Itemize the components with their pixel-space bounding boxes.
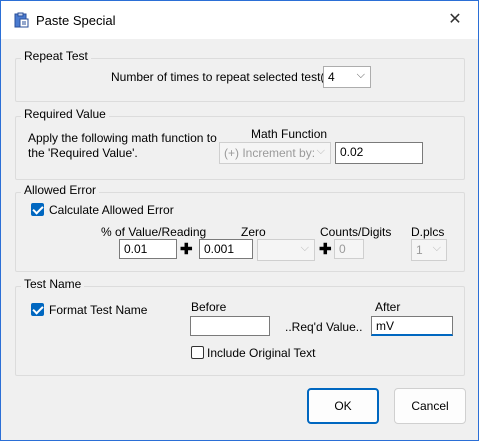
required-value-description-line1: Apply the following math function to (28, 131, 217, 145)
close-button[interactable]: ✕ (442, 9, 468, 31)
format-test-name-checkbox[interactable] (31, 303, 44, 316)
repeat-count-select[interactable]: 4 ⌵ (323, 66, 371, 88)
pct-reading-input[interactable]: 0.01 (119, 239, 177, 259)
pct-reading-label: % of Value/Reading (101, 225, 207, 239)
required-value-legend: Required Value (21, 107, 109, 121)
dplcs-label: D.plcs (411, 225, 445, 239)
dplcs-select[interactable]: 1 ⌵ (411, 239, 447, 261)
required-value-input[interactable]: 0.02 (335, 142, 423, 164)
cancel-button[interactable]: Cancel (394, 388, 466, 424)
zero-label: Zero (241, 225, 266, 239)
paste-special-dialog: Paste Special ✕ Repeat Test Number of ti… (0, 0, 479, 441)
zero-unit-select[interactable]: ⌵ (257, 239, 315, 261)
chevron-down-icon: ⌵ (300, 242, 309, 254)
include-original-text-checkbox[interactable] (191, 346, 204, 359)
format-test-name-label[interactable]: Format Test Name (49, 303, 147, 317)
test-name-legend: Test Name (21, 277, 85, 291)
required-value-description-line2: the 'Required Value'. (28, 146, 138, 160)
include-original-text-label[interactable]: Include Original Text (207, 346, 316, 360)
plus-icon: ✚ (180, 241, 193, 258)
ok-button[interactable]: OK (307, 388, 379, 424)
calculate-allowed-error-label[interactable]: Calculate Allowed Error (49, 203, 174, 217)
window-title: Paste Special (36, 13, 116, 28)
before-label: Before (191, 300, 227, 314)
after-input[interactable]: mV (371, 316, 453, 336)
math-function-select[interactable]: (+) Increment by: ⌵ (219, 142, 331, 164)
reqd-value-text: ..Req'd Value.. (285, 320, 363, 334)
chevron-down-icon: ⌵ (356, 69, 365, 81)
plus-icon: ✚ (319, 241, 332, 258)
allowed-error-legend: Allowed Error (21, 183, 100, 197)
zero-input[interactable]: 0.001 (199, 239, 253, 259)
counts-digits-input[interactable]: 0 (334, 239, 364, 259)
title-bar[interactable]: Paste Special ✕ (1, 1, 478, 39)
counts-digits-label: Counts/Digits (320, 225, 392, 239)
calculate-allowed-error-checkbox[interactable] (31, 203, 44, 216)
chevron-down-icon: ⌵ (316, 145, 325, 157)
repeat-test-legend: Repeat Test (21, 49, 91, 63)
after-label: After (375, 300, 401, 314)
repeat-count-value: 4 (328, 70, 335, 84)
before-input[interactable] (190, 316, 270, 336)
clipboard-icon (14, 12, 29, 28)
math-function-value: (+) Increment by: (224, 146, 316, 160)
math-function-label: Math Function (251, 127, 328, 141)
repeat-count-label: Number of times to repeat selected test(… (111, 70, 338, 84)
chevron-down-icon: ⌵ (432, 242, 441, 254)
